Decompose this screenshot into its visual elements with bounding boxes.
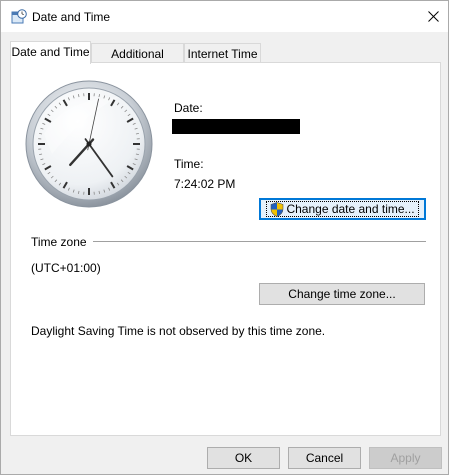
date-value-redacted — [172, 119, 300, 134]
change-time-zone-button[interactable]: Change time zone... — [259, 283, 425, 305]
close-icon — [427, 10, 439, 22]
analog-clock — [25, 80, 153, 208]
time-label: Time: — [174, 157, 204, 171]
ok-button[interactable]: OK — [207, 447, 280, 469]
time-zone-section-label: Time zone — [31, 235, 93, 249]
close-button[interactable] — [418, 1, 448, 31]
focus-rect: Change date and time... — [266, 201, 419, 217]
window-title: Date and Time — [32, 10, 111, 24]
ok-label: OK — [234, 451, 253, 465]
date-and-time-dialog: Date and Time Date and Time Additional C… — [0, 0, 449, 475]
time-zone-value: (UTC+01:00) — [31, 261, 101, 275]
tab-date-and-time[interactable]: Date and Time — [10, 41, 91, 64]
change-date-and-time-button[interactable]: Change date and time... — [259, 198, 426, 220]
apply-button[interactable]: Apply — [369, 447, 442, 469]
time-value: 7:24:02 PM — [174, 177, 236, 191]
cancel-label: Cancel — [305, 451, 344, 465]
dst-note: Daylight Saving Time is not observed by … — [31, 324, 326, 338]
date-time-app-icon — [11, 9, 27, 24]
apply-label: Apply — [390, 451, 421, 465]
tab-internet-time[interactable]: Internet Time — [184, 43, 261, 63]
change-date-and-time-label: Change date and time... — [286, 202, 415, 216]
tab-additional-clocks[interactable]: Additional Clocks — [91, 43, 184, 75]
admin-shield-icon — [271, 201, 284, 217]
clock-center-pin — [86, 141, 92, 147]
tab-panel-date-and-time: Date: Time: 7:24:02 PM Change date and t… — [10, 62, 441, 436]
date-label: Date: — [174, 101, 203, 115]
change-time-zone-label: Change time zone... — [288, 287, 396, 301]
title-bar: Date and Time — [1, 1, 448, 32]
cancel-button[interactable]: Cancel — [288, 447, 361, 469]
section-divider — [93, 241, 426, 242]
